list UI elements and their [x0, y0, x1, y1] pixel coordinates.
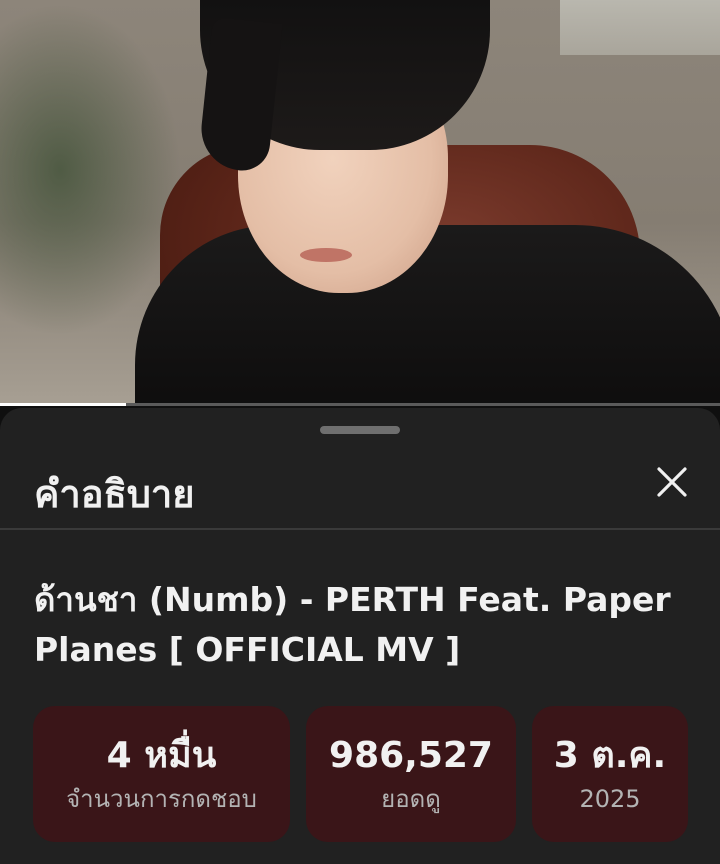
views-label: ยอดดู: [381, 785, 441, 813]
video-player[interactable]: [0, 0, 720, 405]
views-count: 986,527: [329, 735, 493, 776]
likes-label: จำนวนการกดชอบ: [66, 785, 257, 813]
publish-year: 2025: [579, 785, 641, 813]
drag-handle[interactable]: [320, 426, 400, 434]
divider: [0, 528, 720, 530]
video-person-lips: [300, 248, 352, 262]
publish-date: 3 ต.ค.: [553, 735, 667, 776]
video-progress-fill: [0, 403, 126, 406]
likes-count: 4 หมื่น: [106, 735, 217, 776]
video-person-suit: [135, 225, 720, 405]
video-progress-bar[interactable]: [0, 403, 720, 406]
description-sheet: คำอธิบาย ด้านชา (Numb) - PERTH Feat. Pap…: [0, 408, 720, 864]
sheet-title: คำอธิบาย: [34, 472, 195, 516]
video-title: ด้านชา (Numb) - PERTH Feat. Paper Planes…: [34, 580, 671, 669]
close-icon: [657, 467, 687, 497]
likes-stat-card: 4 หมื่น จำนวนการกดชอบ: [33, 706, 290, 842]
close-button[interactable]: [644, 454, 700, 510]
video-window-scenery: [560, 0, 720, 55]
date-stat-card: 3 ต.ค. 2025: [532, 706, 688, 842]
views-stat-card: 986,527 ยอดดู: [306, 706, 516, 842]
